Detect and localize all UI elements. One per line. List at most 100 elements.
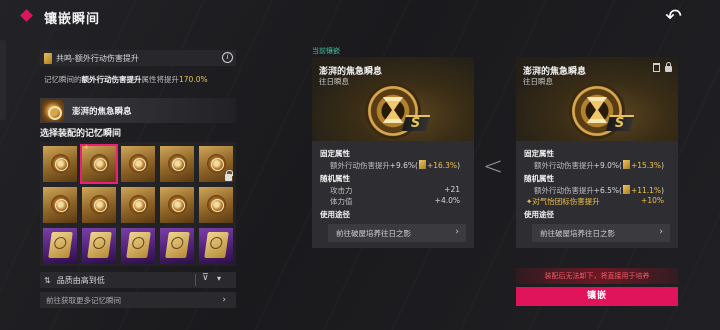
header-bar: 镶嵌瞬间 ↶ (0, 0, 720, 34)
moment-slot[interactable] (199, 146, 233, 182)
filter-icon[interactable]: ⊽ (202, 273, 209, 283)
attr-value: +9.6%( +16.3%) (390, 160, 460, 170)
hourglass-gem-icon (51, 154, 70, 173)
moment-card-icon (87, 232, 112, 258)
chevron-right-icon: › (659, 227, 663, 237)
attr-value: +21 (444, 185, 460, 194)
get-more-link[interactable]: 前往获取更多记忆瞬间 › (40, 292, 236, 308)
moment-slot[interactable] (43, 146, 77, 182)
new-moment-panel: 澎湃的焦急瞬息 往日瞬息 S 固定属性 额外行动伤害提升 +9.0%( +15.3… (516, 57, 678, 248)
resonance-bar: 共鸣-额外行动伤害提升 i (40, 50, 236, 66)
desc-attribute: 额外行动伤害提升 (81, 75, 142, 84)
hourglass-gem-icon (90, 154, 109, 173)
attr-name: 体力值 (330, 197, 353, 206)
random-attr-header: 随机属性 (524, 174, 554, 183)
moment-slot[interactable] (160, 146, 194, 182)
fixed-attr-header: 固定属性 (524, 149, 554, 158)
attr-bonus: +16.3% (426, 161, 458, 170)
title-diamond-icon (20, 9, 33, 22)
attr-name: 额外行动伤害提升 (534, 161, 594, 170)
moment-card-icon (48, 232, 73, 258)
moment-slot[interactable] (43, 187, 77, 223)
moment-grid: ✦ (40, 142, 236, 266)
resonance-label: 共鸣-额外行动伤害提升 (56, 53, 139, 63)
page-title: 镶嵌瞬间 (44, 12, 101, 27)
ticket-icon (622, 160, 630, 169)
hourglass-gem-icon (168, 154, 187, 173)
attr-close: ) (661, 186, 664, 195)
moment-slot[interactable] (160, 187, 194, 223)
moment-slot[interactable] (82, 187, 116, 223)
attr-name: 额外行动伤害提升 (330, 161, 390, 170)
route-header: 使用途径 (320, 210, 350, 219)
attr-name: ✦对气怡团标伤害提升 (526, 197, 600, 206)
moment-slot[interactable] (121, 146, 155, 182)
moment-slot[interactable] (82, 228, 116, 264)
desc-value: 170.0% (179, 75, 208, 84)
attr-base: +9.0%( (593, 161, 622, 170)
ticket-icon (622, 185, 630, 194)
moment-header: 澎湃的焦急瞬息 往日瞬息 S (516, 57, 678, 141)
info-icon[interactable]: i (222, 52, 233, 63)
attr-base: +9.6%( (389, 161, 418, 170)
star-icon: ✦ (83, 143, 90, 152)
trash-icon[interactable] (653, 63, 660, 72)
hourglass-gem-icon (207, 154, 226, 173)
fixed-attr-header: 固定属性 (320, 149, 350, 158)
sort-label: 品质由高到低 (56, 275, 105, 285)
compare-arrow-icon: < (483, 152, 504, 180)
moment-slot-selected[interactable]: ✦ (80, 143, 118, 184)
ticket-icon (418, 160, 426, 169)
hourglass-gem-icon (51, 195, 70, 214)
moment-slot[interactable] (121, 187, 155, 223)
hourglass-gem-icon (90, 195, 109, 214)
moment-slot[interactable] (199, 187, 233, 223)
moment-header: 澎湃的焦急瞬息 往日瞬息 S (312, 57, 474, 141)
hourglass-gem-icon (207, 195, 226, 214)
hourglass-gem-icon (129, 154, 148, 173)
sort-bar[interactable]: ⇅ 品质由高到低 ⊽ ▾ (40, 272, 236, 288)
selected-moment-card[interactable]: 澎湃的焦急瞬息 (40, 98, 236, 123)
route-button[interactable]: 前往破屋培养往日之影 › (532, 224, 670, 242)
moment-card-icon (126, 232, 151, 258)
desc-mid: 属性将提升 (141, 75, 180, 84)
moment-slot[interactable] (160, 228, 194, 264)
rank-badge: S (605, 115, 635, 131)
rank-label: S (410, 116, 421, 131)
random-attr-header: 随机属性 (320, 174, 350, 183)
moment-subtitle: 往日瞬息 (319, 77, 349, 86)
sort-icon: ⇅ (44, 275, 51, 285)
random-attr-row: ✦对气怡团标伤害提升 +10% (524, 195, 670, 206)
attr-value: +4.0% (434, 196, 460, 205)
ticket-icon (44, 52, 52, 64)
chevron-down-icon[interactable]: ▾ (217, 274, 221, 283)
side-tab[interactable] (0, 40, 6, 120)
hourglass-gem-icon (168, 195, 187, 214)
section-title: 选择装配的记忆瞬间 (40, 129, 122, 139)
lock-icon (225, 170, 233, 181)
route-button[interactable]: 前往破屋培养往日之影 › (328, 224, 466, 242)
moment-slot[interactable] (199, 228, 233, 264)
divider (195, 274, 196, 286)
attr-value: +10% (641, 196, 664, 205)
rank-badge: S (401, 115, 431, 131)
attr-bonus: +15.3% (630, 161, 662, 170)
panel-actions (653, 62, 672, 72)
selected-moment-name: 澎湃的焦急瞬息 (72, 106, 132, 117)
attr-value: +9.0%( +15.3%) (594, 160, 664, 170)
attr-value: +6.5%(+11.1%) (594, 185, 664, 195)
equip-button[interactable]: 镶嵌 (516, 287, 678, 306)
current-moment-panel: 澎湃的焦急瞬息 往日瞬息 S 固定属性 额外行动伤害提升 +9.6%( +16.3… (312, 57, 474, 248)
attr-close: ) (661, 161, 664, 170)
attr-close: ) (457, 161, 460, 170)
moment-card-icon (204, 232, 229, 258)
lock-icon[interactable] (665, 62, 672, 72)
route-header: 使用途径 (524, 210, 554, 219)
moment-slot[interactable] (121, 228, 155, 264)
route-label: 前往破屋培养往日之影 (336, 229, 411, 238)
desc-prefix: 记忆瞬间的 (44, 75, 82, 84)
moment-slot[interactable] (43, 228, 77, 264)
return-arrow-icon[interactable]: ↶ (665, 6, 682, 26)
rank-label: S (614, 116, 625, 131)
current-tag: 当前镶嵌 (312, 47, 340, 55)
